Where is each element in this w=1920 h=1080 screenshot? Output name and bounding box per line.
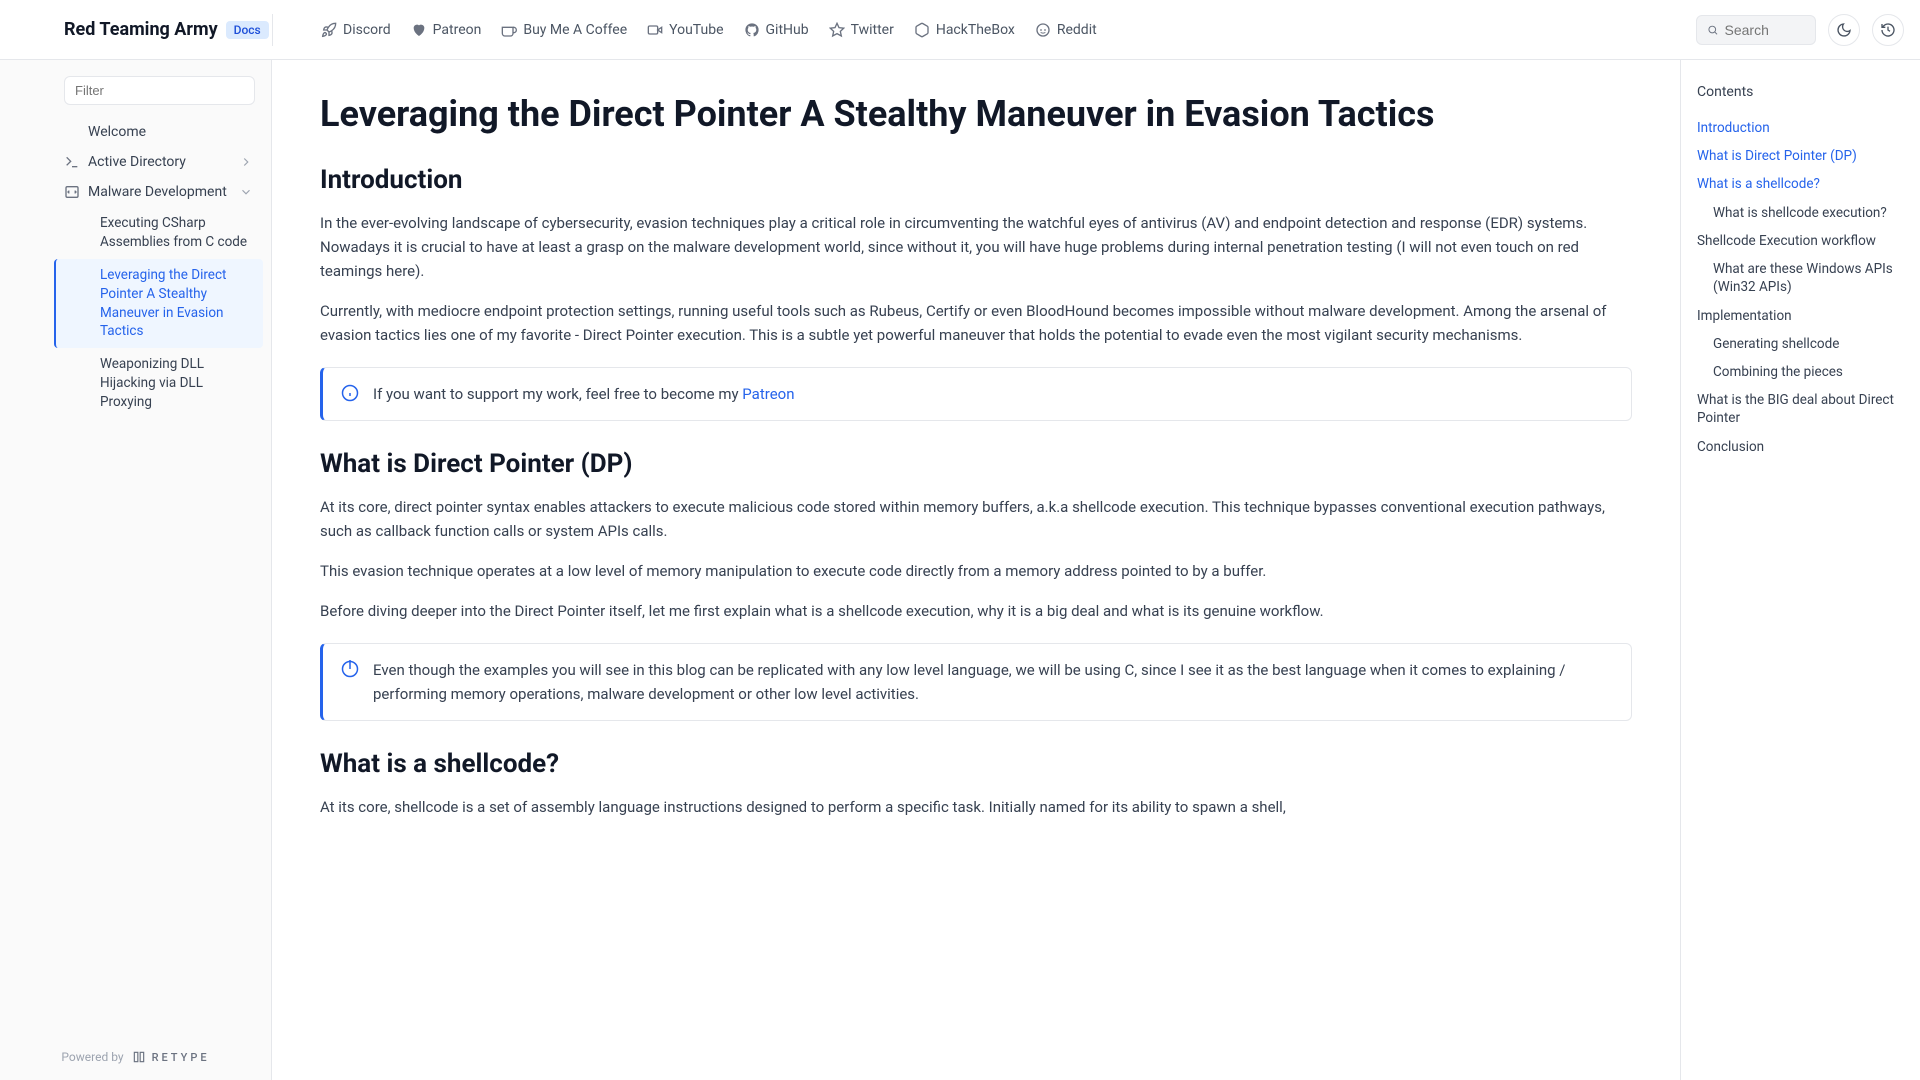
toc-link[interactable]: Conclusion: [1697, 433, 1904, 461]
chevron-right-icon: [239, 155, 253, 169]
paragraph: At its core, direct pointer syntax enabl…: [320, 495, 1632, 543]
paragraph: At its core, shellcode is a set of assem…: [320, 795, 1632, 819]
divider: [272, 14, 273, 46]
toc-link[interactable]: What is the BIG deal about Direct Pointe…: [1697, 386, 1904, 432]
heading-shellcode: What is a shellcode?: [320, 749, 1632, 779]
info-callout: Even though the examples you will see in…: [320, 643, 1632, 721]
tree-label: Active Directory: [88, 154, 186, 170]
retype-icon: [132, 1050, 146, 1064]
nav-label: Twitter: [851, 22, 894, 38]
filter-input[interactable]: [64, 76, 255, 105]
paragraph: This evasion technique operates at a low…: [320, 559, 1632, 583]
github-icon: [744, 22, 760, 38]
star-icon: [829, 22, 845, 38]
patreon-link[interactable]: Patreon: [742, 385, 794, 403]
info-callout: If you want to support my work, feel fre…: [320, 367, 1632, 421]
paragraph: Before diving deeper into the Direct Poi…: [320, 599, 1632, 623]
nav-label: Patreon: [433, 22, 482, 38]
rocket-icon: [321, 22, 337, 38]
sidebar-sub-csharp[interactable]: Executing CSharp Assemblies from C code: [56, 207, 263, 259]
search-icon: [1707, 23, 1719, 37]
search-input[interactable]: [1725, 22, 1806, 38]
docs-badge[interactable]: Docs: [226, 21, 269, 39]
toc-list: IntroductionWhat is Direct Pointer (DP)W…: [1697, 114, 1904, 461]
top-nav: Discord Patreon Buy Me A Coffee YouTube …: [289, 22, 1696, 38]
sidebar-item-active-directory[interactable]: Active Directory: [56, 147, 263, 177]
heading-introduction: Introduction: [320, 165, 1632, 195]
sidebar-sub-direct-pointer[interactable]: Leveraging the Direct Pointer A Stealthy…: [54, 259, 263, 349]
info-icon: [341, 660, 359, 678]
table-of-contents: Contents IntroductionWhat is Direct Poin…: [1680, 60, 1920, 1080]
history-icon: [1880, 22, 1896, 38]
sidebar-sub-dll-hijacking[interactable]: Weaponizing DLL Hijacking via DLL Proxyi…: [56, 348, 263, 419]
callout-text: Even though the examples you will see in…: [373, 658, 1613, 706]
powered-by[interactable]: Powered by RETYPE: [0, 1033, 271, 1080]
brand-area: Red Teaming Army Docs: [16, 19, 272, 40]
article-main: Leveraging the Direct Pointer A Stealthy…: [272, 60, 1680, 1080]
coffee-icon: [501, 22, 517, 38]
terminal-icon: [64, 154, 80, 170]
site-title[interactable]: Red Teaming Army: [64, 19, 218, 40]
cube-icon: [914, 22, 930, 38]
heading-direct-pointer: What is Direct Pointer (DP): [320, 449, 1632, 479]
search-box[interactable]: [1696, 15, 1816, 45]
page-title: Leveraging the Direct Pointer A Stealthy…: [320, 92, 1632, 137]
chevron-down-icon: [239, 185, 253, 199]
reddit-icon: [1035, 22, 1051, 38]
filter-wrap: [64, 76, 255, 105]
nav-hackthebox[interactable]: HackTheBox: [914, 22, 1015, 38]
nav-twitter[interactable]: Twitter: [829, 22, 894, 38]
history-button[interactable]: [1872, 14, 1904, 46]
nav-reddit[interactable]: Reddit: [1035, 22, 1097, 38]
header-actions: [1696, 14, 1904, 46]
toc-link[interactable]: Implementation: [1697, 302, 1904, 330]
toc-link[interactable]: Combining the pieces: [1697, 358, 1904, 386]
nav-label: Reddit: [1057, 22, 1097, 38]
nav-label: Discord: [343, 22, 391, 38]
moon-icon: [1836, 22, 1852, 38]
retype-logo: RETYPE: [132, 1050, 210, 1064]
video-icon: [647, 22, 663, 38]
sidebar: Welcome Active Directory Malware Develop…: [0, 60, 272, 1080]
heart-icon: [411, 22, 427, 38]
header: Red Teaming Army Docs Discord Patreon Bu…: [0, 0, 1920, 60]
nav-patreon[interactable]: Patreon: [411, 22, 482, 38]
toc-link[interactable]: What are these Windows APIs (Win32 APIs): [1697, 255, 1904, 301]
nav-label: YouTube: [669, 22, 723, 38]
paragraph: Currently, with mediocre endpoint protec…: [320, 299, 1632, 347]
sidebar-item-malware-development[interactable]: Malware Development: [56, 177, 263, 207]
nav-label: Buy Me A Coffee: [523, 22, 627, 38]
nav-tree: Welcome Active Directory Malware Develop…: [0, 117, 271, 1033]
paragraph: In the ever-evolving landscape of cybers…: [320, 211, 1632, 283]
nav-youtube[interactable]: YouTube: [647, 22, 723, 38]
toc-link[interactable]: What is a shellcode?: [1697, 170, 1904, 198]
theme-toggle[interactable]: [1828, 14, 1860, 46]
info-icon: [341, 384, 359, 402]
toc-link[interactable]: Generating shellcode: [1697, 330, 1904, 358]
nav-label: HackTheBox: [936, 22, 1015, 38]
callout-text: If you want to support my work, feel fre…: [373, 382, 794, 406]
tree-label: Welcome: [88, 124, 146, 140]
nav-discord[interactable]: Discord: [321, 22, 391, 38]
nav-label: GitHub: [766, 22, 809, 38]
toc-link[interactable]: Shellcode Execution workflow: [1697, 227, 1904, 255]
toc-link[interactable]: Introduction: [1697, 114, 1904, 142]
nav-coffee[interactable]: Buy Me A Coffee: [501, 22, 627, 38]
nav-github[interactable]: GitHub: [744, 22, 809, 38]
powered-label: Powered by: [61, 1050, 123, 1064]
toc-link[interactable]: What is Direct Pointer (DP): [1697, 142, 1904, 170]
toc-title: Contents: [1697, 84, 1904, 100]
code-icon: [64, 184, 80, 200]
toc-link[interactable]: What is shellcode execution?: [1697, 199, 1904, 227]
tree-label: Malware Development: [88, 184, 227, 200]
sidebar-item-welcome[interactable]: Welcome: [56, 117, 263, 147]
